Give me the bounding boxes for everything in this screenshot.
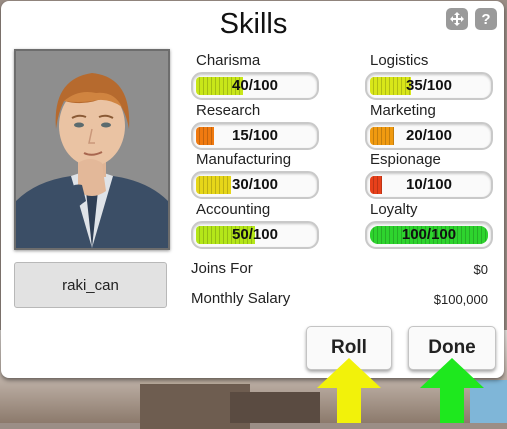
portrait-image xyxy=(16,51,168,248)
joins-for-value: $0 xyxy=(473,262,488,277)
skill-label: Accounting xyxy=(196,201,271,218)
skill-label: Marketing xyxy=(370,102,436,119)
skill-value: 15/100 xyxy=(232,127,278,144)
skill-bar: 15/100 xyxy=(191,122,319,150)
skill-label: Research xyxy=(196,102,261,119)
character-name: raki_can xyxy=(14,262,167,308)
done-hint-arrow-icon xyxy=(420,358,484,423)
skill-value: 50/100 xyxy=(232,226,278,243)
skill-logistics: Logistics 35/100 xyxy=(365,52,493,100)
skill-bar: 35/100 xyxy=(365,72,493,100)
monthly-salary-value: $100,000 xyxy=(433,292,488,307)
skill-label: Loyalty xyxy=(370,201,418,218)
background-building-shadow xyxy=(230,392,320,423)
skill-bar: 10/100 xyxy=(365,171,493,199)
skill-bar: 20/100 xyxy=(365,122,493,150)
help-icon[interactable]: ? xyxy=(475,8,497,30)
skill-value: 10/100 xyxy=(406,176,452,193)
skill-value: 35/100 xyxy=(406,77,452,94)
skill-marketing: Marketing 20/100 xyxy=(365,102,493,150)
skill-loyalty: Loyalty 100/100 xyxy=(365,201,493,249)
character-portrait xyxy=(14,49,170,250)
skill-bar: 100/100 xyxy=(365,221,493,249)
monthly-salary-label: Monthly Salary xyxy=(191,290,291,307)
skill-value: 100/100 xyxy=(401,226,457,243)
skill-value: 30/100 xyxy=(232,176,278,193)
skill-espionage: Espionage 10/100 xyxy=(365,151,493,199)
move-icon[interactable] xyxy=(446,8,468,30)
skill-label: Charisma xyxy=(196,52,261,69)
skill-manufacturing: Manufacturing 30/100 xyxy=(191,151,319,199)
joins-for-label: Joins For xyxy=(191,260,253,277)
skill-value: 20/100 xyxy=(406,127,452,144)
skill-label: Espionage xyxy=(370,151,441,168)
skill-accounting: Accounting 50/100 xyxy=(191,201,319,249)
skill-charisma: Charisma 40/100 xyxy=(191,52,319,100)
skill-bar: 30/100 xyxy=(191,171,319,199)
panel-title: Skills xyxy=(219,8,288,40)
move-arrows-icon xyxy=(450,12,464,26)
skill-research: Research 15/100 xyxy=(191,102,319,150)
skill-label: Logistics xyxy=(370,52,429,69)
roll-hint-arrow-icon xyxy=(317,358,381,423)
skill-bar: 50/100 xyxy=(191,221,319,249)
skill-bar: 40/100 xyxy=(191,72,319,100)
skill-label: Manufacturing xyxy=(196,151,292,168)
skill-value: 40/100 xyxy=(232,77,278,94)
